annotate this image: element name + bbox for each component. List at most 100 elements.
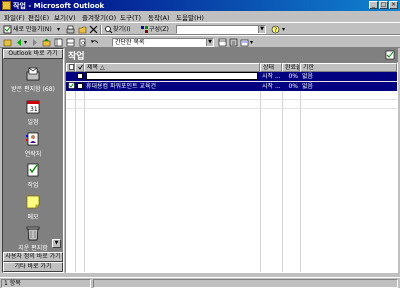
table-row[interactable]: 휴대용컴 파워포인트 교육건 시작 ... 0% 없음 (66, 82, 397, 91)
help-dropdown-arrow[interactable]: ▾ (282, 25, 285, 34)
menu-file[interactable]: 파일(F) (4, 12, 25, 22)
chevron-down-icon[interactable]: ▼ (258, 26, 265, 33)
print-icon[interactable] (66, 25, 75, 34)
tasks-icon (25, 162, 41, 178)
back-dropdown-arrow[interactable]: ▾ (24, 38, 27, 47)
new-task-subject-input[interactable] (86, 72, 258, 80)
new-button[interactable]: 새로 만들기(N) (13, 25, 52, 34)
menu-bar: 파일(F) 편집(E) 보기(V) 즐겨찾기(O) 도구(T) 동작(A) 도움… (0, 11, 400, 22)
sort-ascending-icon: △ (99, 64, 105, 71)
shortcut-label: 작업 (27, 182, 39, 189)
organize-button[interactable]: 구성(Z) (149, 25, 169, 34)
shortcut-label: 메모 (27, 214, 39, 221)
task-complete-checkbox[interactable] (77, 83, 83, 89)
folder-list-icon[interactable] (54, 38, 63, 47)
outlook-today-icon[interactable] (3, 38, 12, 47)
status-pane (93, 279, 398, 288)
group-by-box-icon[interactable] (218, 38, 227, 47)
deleted-items-icon (25, 225, 41, 241)
folder-name[interactable]: 작업 (68, 49, 85, 62)
back-icon[interactable] (15, 38, 24, 47)
field-chooser-icon[interactable] (229, 38, 238, 47)
column-header-due[interactable]: 기한 (300, 63, 397, 72)
address-combo[interactable]: ▼ (176, 25, 266, 34)
move-to-folder-icon[interactable] (78, 25, 87, 34)
task-status: 시작 ... (262, 83, 281, 90)
chevron-down-icon[interactable]: ▼ (206, 39, 213, 46)
column-header-icon[interactable] (66, 63, 75, 72)
undo-icon[interactable] (90, 38, 99, 47)
toolbar-options-arrow[interactable]: ▾ (250, 38, 253, 47)
shortcut-contacts[interactable]: 연락처 (3, 131, 63, 158)
svg-text:?: ? (274, 27, 277, 34)
find-icon[interactable] (104, 25, 113, 34)
new-row-due: 없음 (302, 73, 314, 80)
outlook-bar: Outlook 바로 가기 받은 편지함 (68) 31 일정 연락처 작업 메… (2, 48, 64, 273)
up-one-level-icon[interactable] (42, 38, 51, 47)
menu-actions[interactable]: 동작(A) (148, 12, 169, 22)
new-row-status: 시작 ... (262, 73, 281, 80)
outlook-shortcuts-group-button[interactable]: Outlook 바로 가기 (3, 49, 63, 59)
task-due: 없음 (302, 83, 314, 90)
item-count: 1 항목 (1, 279, 91, 288)
menu-favorites[interactable]: 즐겨찾기(O) (82, 12, 116, 22)
task-percent: 0% (288, 83, 298, 90)
grid-divider (75, 63, 76, 272)
minimize-button[interactable]: _ (369, 1, 378, 9)
column-header-percent[interactable]: 완료율 (282, 63, 300, 72)
column-subject-label: 제목 (87, 64, 99, 71)
grid-divider (260, 63, 261, 272)
outlook-app-icon[interactable] (2, 1, 11, 10)
find-button[interactable]: 찾기(I) (113, 25, 131, 34)
close-button[interactable]: × (389, 1, 398, 9)
shortcut-label: 일정 (27, 119, 39, 126)
maximize-button[interactable]: □ (379, 1, 388, 9)
my-shortcuts-group-button[interactable]: 사용자 정의 바로 가기 (3, 252, 63, 262)
shortcut-notes[interactable]: 메모 (3, 194, 63, 221)
menu-tools[interactable]: 도구(T) (120, 12, 141, 22)
shortcut-label: 받은 편지함 (68) (11, 86, 55, 93)
new-task-row[interactable]: 시작 ... 0% 없음 (66, 72, 397, 81)
standard-toolbar: 새로 만들기(N) ▾ 찾기(I) 구성(Z) ▼ ? ▾ (0, 22, 400, 35)
outlook-bar-scroll-down[interactable]: ▼ (52, 239, 61, 248)
autopreview-icon[interactable] (240, 38, 249, 47)
notes-icon (25, 194, 41, 210)
column-header-status[interactable]: 상태 (260, 63, 282, 72)
task-subject: 휴대용컴 파워포인트 교육건 (86, 83, 157, 90)
shortcut-tasks[interactable]: 작업 (3, 162, 63, 189)
title-bar: 작업 - Microsoft Outlook _ □ × (0, 0, 400, 11)
folder-banner: 작업 (65, 48, 398, 62)
organize-icon[interactable] (140, 25, 149, 34)
shortcut-label: 연락처 (24, 151, 42, 158)
menu-view[interactable]: 보기(V) (54, 12, 75, 22)
menu-edit[interactable]: 편집(E) (28, 12, 49, 22)
current-view-value: 간단한 목록 (115, 39, 145, 46)
column-header-complete[interactable] (75, 63, 84, 72)
shortcut-inbox[interactable]: 받은 편지함 (68) (3, 66, 63, 93)
task-table: 제목 △ 상태 완료율 기한 시작 ... 0% 없음 휴대용컴 파워포인트 교… (65, 62, 398, 273)
row-divider (66, 108, 397, 109)
shortcut-calendar[interactable]: 31 일정 (3, 99, 63, 126)
grid-divider (84, 63, 85, 272)
new-row-icon-cell (66, 72, 75, 81)
new-task-icon[interactable] (3, 25, 12, 34)
grid-divider (282, 63, 283, 272)
advanced-toolbar: ▾ 간단한 목록 ▼ ▾ (0, 35, 400, 48)
grid-divider (300, 63, 301, 272)
other-shortcuts-group-button[interactable]: 기타 바로 가기 (3, 262, 63, 272)
print-preview-icon[interactable] (78, 38, 87, 47)
help-icon[interactable]: ? (271, 25, 280, 34)
delete-icon[interactable] (89, 25, 98, 34)
window-title: 작업 - Microsoft Outlook (13, 2, 105, 10)
forward-icon[interactable] (30, 38, 39, 47)
new-row-checkbox[interactable] (77, 73, 83, 79)
column-header-subject[interactable]: 제목 △ (84, 63, 260, 72)
row-divider (66, 99, 397, 100)
current-view-combo[interactable]: 간단한 목록 ▼ (112, 38, 214, 47)
status-bar: 1 항목 (0, 277, 400, 288)
contacts-icon (25, 131, 41, 147)
task-view: 작업 제목 △ 상태 완료율 기한 시작 ... 0% 없음 휴대용컴 파워포인… (65, 48, 398, 273)
preview-pane-icon[interactable] (66, 38, 75, 47)
menu-help[interactable]: 도움말(H) (176, 12, 204, 22)
new-dropdown-arrow[interactable]: ▾ (57, 25, 60, 34)
